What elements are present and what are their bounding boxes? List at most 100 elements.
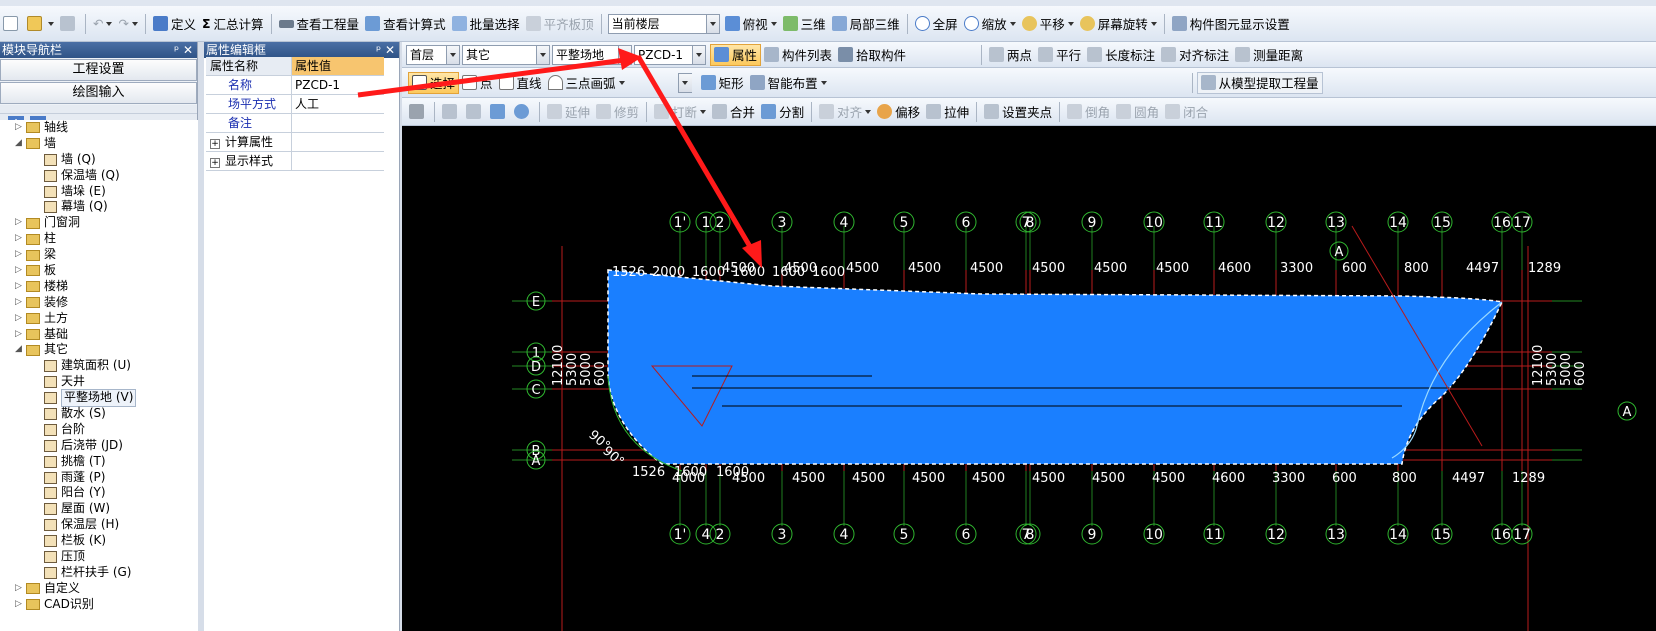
component-type-select[interactable]: 平整场地 (552, 44, 632, 65)
tree-item[interactable]: 散水 (S) (0, 406, 198, 422)
site-leveling-area[interactable] (607, 269, 1504, 465)
property-row[interactable]: 场平方式 人工 (206, 95, 384, 114)
cad-drawing[interactable]: 1' 1 2 3 4 5 6 78 9 10 11 12 13 14 15 16 171' 4 2 3 4 5 6 78 9 10… (402, 126, 1656, 631)
tree-item[interactable]: 雨蓬 (P) (0, 470, 198, 486)
tree-item[interactable]: 压顶 (0, 549, 198, 565)
category-select[interactable]: 其它 (462, 44, 550, 65)
brush-button[interactable] (406, 101, 430, 123)
tree-item[interactable]: ▷ 梁 (0, 247, 198, 263)
offset-button[interactable]: 偏移 (874, 101, 923, 123)
tree-item[interactable]: ▷ 装修 (0, 295, 198, 311)
property-row[interactable]: 名称 PZCD-1 (206, 76, 384, 95)
rotate-button[interactable] (511, 101, 535, 123)
tree-item[interactable]: 阳台 (Y) (0, 485, 198, 501)
pan-button[interactable]: 平移 (1019, 13, 1077, 35)
undo-button[interactable]: ↶ (90, 13, 115, 35)
tree-item[interactable]: 屋面 (W) (0, 501, 198, 517)
expand-icon[interactable]: ▷ (14, 263, 23, 279)
zoom-button[interactable]: 缩放 (961, 13, 1019, 35)
property-row[interactable]: + 计算属性 (206, 133, 384, 152)
tree-item[interactable]: 墙垛 (E) (0, 184, 198, 200)
view-quantity-button[interactable]: 查看工程量 (276, 13, 363, 35)
select-button[interactable]: 选择 (408, 71, 460, 94)
expand-icon[interactable]: ▷ (14, 247, 23, 263)
expand-icon[interactable]: ▷ (14, 231, 23, 247)
tree-item[interactable]: ▷ 柱 (0, 231, 198, 247)
tree-item[interactable]: 挑檐 (T) (0, 454, 198, 470)
three-d-button[interactable]: 三维 (780, 13, 829, 35)
define-button[interactable]: 定义 (150, 13, 199, 35)
trim-button[interactable]: 修剪 (593, 101, 642, 123)
expand-icon[interactable]: ▷ (14, 120, 23, 136)
drawing-input-button[interactable]: 绘图输入 (0, 82, 197, 104)
point-button[interactable]: 点 (459, 72, 496, 94)
property-row[interactable]: 备注 (206, 114, 384, 133)
tree-item[interactable]: ▷ 轴线 (0, 120, 198, 136)
expand-icon[interactable]: ▷ (14, 215, 23, 231)
tree-item[interactable]: ▷ 板 (0, 263, 198, 279)
two-points-button[interactable]: 两点 (986, 44, 1035, 66)
partial-3d-button[interactable]: 局部三维 (829, 13, 903, 35)
align-mark-button[interactable]: 对齐标注 (1158, 44, 1232, 66)
tree-item[interactable]: 栏板 (K) (0, 533, 198, 549)
property-row[interactable]: + 显示样式 (206, 152, 384, 171)
property-value[interactable] (292, 114, 384, 132)
copy-button[interactable] (439, 101, 463, 123)
align-slab-button[interactable]: 平齐板顶 (523, 13, 597, 35)
tree-item[interactable]: 栏杆扶手 (G) (0, 565, 198, 581)
expand-icon[interactable]: + (210, 139, 220, 149)
tree-item[interactable]: ▷ CAD识别 (0, 597, 198, 613)
view-formula-button[interactable]: 查看计算式 (362, 13, 449, 35)
save-button[interactable] (57, 13, 81, 35)
expand-icon[interactable]: ▷ (14, 581, 23, 597)
rect-button[interactable]: 矩形 (698, 72, 747, 94)
tree-item[interactable]: 保温层 (H) (0, 517, 198, 533)
tree-item[interactable]: ▷ 门窗洞 (0, 215, 198, 231)
rotate-screen-button[interactable]: 屏幕旋转 (1077, 13, 1160, 35)
split-button[interactable]: 分割 (758, 101, 807, 123)
drawing-canvas[interactable]: 1' 1 2 3 4 5 6 7 8 9 10 11 12 13 14 15 16 17 1' 4 2 3 4 5 6 7 8 9 10… (402, 126, 1656, 631)
chamfer-button[interactable]: 倒角 (1064, 101, 1113, 123)
extract-quantity-button[interactable]: 从模型提取工程量 (1196, 71, 1323, 94)
top-view-button[interactable]: 俯视 (722, 13, 780, 35)
properties-button[interactable]: 属性 (710, 43, 762, 66)
floor-select[interactable]: 首层 (406, 44, 460, 65)
stretch-button[interactable]: 拉伸 (923, 101, 972, 123)
fillet-button[interactable]: 圆角 (1113, 101, 1162, 123)
tree-item[interactable]: 平整场地 (V) (0, 389, 198, 408)
tree-item[interactable]: ▷ 楼梯 (0, 279, 198, 295)
align-button[interactable]: 对齐 (816, 101, 874, 123)
project-settings-button[interactable]: 工程设置 (0, 59, 197, 81)
arc3-button[interactable]: 三点画弧 (545, 72, 628, 94)
draw-mode-select[interactable] (677, 72, 692, 93)
length-mark-button[interactable]: 长度标注 (1084, 44, 1158, 66)
pin-close-icons[interactable]: ᵖ ✕ (174, 42, 197, 58)
batch-select-button[interactable]: 批量选择 (449, 13, 523, 35)
full-screen-button[interactable]: 全屏 (912, 13, 961, 35)
mirror-button[interactable] (463, 101, 487, 123)
tree-item[interactable]: 建筑面积 (U) (0, 358, 198, 374)
property-value[interactable]: PZCD-1 (292, 76, 384, 94)
set-grip-button[interactable]: 设置夹点 (981, 101, 1055, 123)
property-value[interactable] (292, 152, 384, 170)
open-file-button[interactable] (24, 13, 57, 35)
tree-item[interactable]: ▷ 土方 (0, 311, 198, 327)
tree-item[interactable]: 天井 (0, 374, 198, 390)
tree-item[interactable]: 台阶 (0, 422, 198, 438)
measure-distance-button[interactable]: 测量距离 (1232, 44, 1306, 66)
pin-close-icons[interactable]: ᵖ ✕ (376, 42, 399, 58)
tree-item[interactable]: 后浇带 (JD) (0, 438, 198, 454)
extend-button[interactable]: 延伸 (544, 101, 593, 123)
tree-item[interactable]: 保温墙 (Q) (0, 168, 198, 184)
expand-icon[interactable]: ▷ (14, 597, 23, 613)
collapse-icon[interactable]: ◢ (14, 342, 23, 358)
move-button[interactable] (487, 101, 511, 123)
expand-icon[interactable]: + (210, 158, 220, 168)
component-list-button[interactable]: 构件列表 (761, 44, 835, 66)
property-value[interactable]: 人工 (292, 95, 384, 113)
collapse-icon[interactable]: ◢ (14, 136, 23, 152)
tree-item[interactable]: 幕墙 (Q) (0, 199, 198, 215)
property-value[interactable] (292, 133, 384, 151)
tree-item[interactable]: ◢ 墙 (0, 136, 198, 152)
parallel-button[interactable]: 平行 (1035, 44, 1084, 66)
